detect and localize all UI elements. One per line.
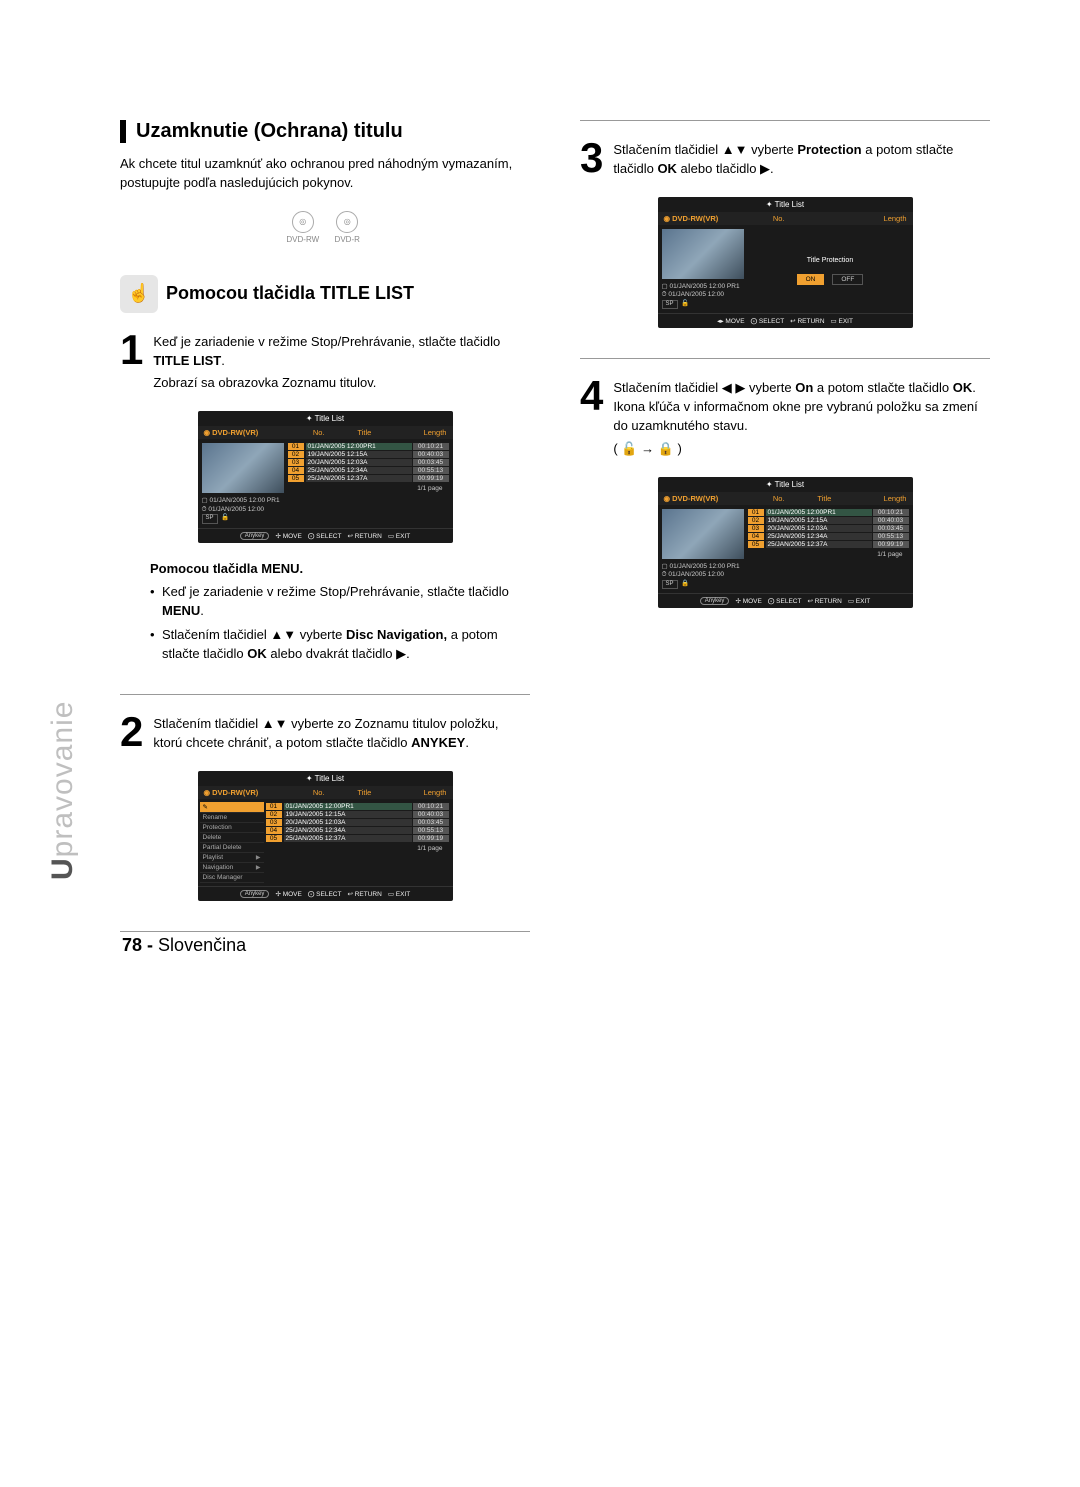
sub-heading: Pomocou tlačidla TITLE LIST bbox=[166, 283, 414, 304]
step-number: 1 bbox=[120, 329, 143, 398]
disc-badge-rw: ◎DVD-RW bbox=[285, 211, 321, 244]
title-list-icon: ☝ bbox=[120, 275, 158, 313]
preview-thumbnail bbox=[662, 229, 744, 279]
menu-item-navigation[interactable]: Navigation▶ bbox=[200, 863, 264, 873]
dialog-title: Title Protection bbox=[807, 257, 853, 264]
screenshot-anykey-menu: Title List ◉ DVD-RW(VR) No. Title Length… bbox=[198, 771, 453, 901]
lock-icon: 🔒 bbox=[681, 580, 689, 587]
lock-state-glyph: ( 🔓 → 🔒 ) bbox=[613, 440, 990, 459]
step-1: 1 Keď je zariadenie v režime Stop/Prehrá… bbox=[120, 329, 530, 398]
menu-item-delete[interactable]: Delete bbox=[200, 833, 264, 843]
step-3: 3 Stlačením tlačidiel ▲▼ vyberte Protect… bbox=[580, 137, 990, 183]
menu-item[interactable]: ✎ bbox=[200, 802, 264, 813]
intro-text: Ak chcete titul uzamknúť ako ochranou pr… bbox=[120, 155, 530, 193]
menu-item-partial-delete[interactable]: Partial Delete bbox=[200, 843, 264, 853]
disc-badge-r: ◎DVD-R bbox=[329, 211, 365, 244]
context-menu: ✎ Rename Protection Delete Partial Delet… bbox=[198, 799, 266, 886]
step-number: 3 bbox=[580, 137, 603, 183]
protection-off-button[interactable]: OFF bbox=[832, 274, 863, 285]
menu-item-rename[interactable]: Rename bbox=[200, 813, 264, 823]
menu-heading: Pomocou tlačidla MENU. bbox=[150, 561, 530, 576]
disc-badges: ◎DVD-RW ◎DVD-R bbox=[120, 211, 530, 247]
page-footer: 78 - Slovenčina bbox=[122, 935, 246, 956]
screenshot-protection-dialog: Title List ◉ DVD-RW(VR) No. Length ▢ 01/… bbox=[658, 197, 913, 329]
step-2: 2 Stlačením tlačidiel ▲▼ vyberte zo Zozn… bbox=[120, 711, 530, 757]
preview-thumbnail bbox=[202, 443, 284, 493]
step-number: 2 bbox=[120, 711, 143, 757]
menu-item-protection[interactable]: Protection bbox=[200, 823, 264, 833]
protection-on-button[interactable]: ON bbox=[797, 274, 825, 285]
step-number: 4 bbox=[580, 375, 603, 462]
screenshot-title-list-locked: Title List ◉ DVD-RW(VR) No. Title Length… bbox=[658, 477, 913, 609]
section-title: Uzamknutie (Ochrana) titulu bbox=[120, 120, 530, 143]
menu-item-disc-manager[interactable]: Disc Manager bbox=[200, 873, 264, 883]
preview-thumbnail bbox=[662, 509, 744, 559]
side-tab-label: Upravovanie bbox=[46, 701, 80, 880]
screenshot-title-list: Title List ◉ DVD-RW(VR) No. Title Length… bbox=[198, 411, 453, 543]
menu-bullets: Keď je zariadenie v režime Stop/Prehráva… bbox=[150, 582, 530, 664]
menu-item-playlist[interactable]: Playlist▶ bbox=[200, 853, 264, 863]
step-4: 4 Stlačením tlačidiel ◀ ▶ vyberte On a p… bbox=[580, 375, 990, 462]
